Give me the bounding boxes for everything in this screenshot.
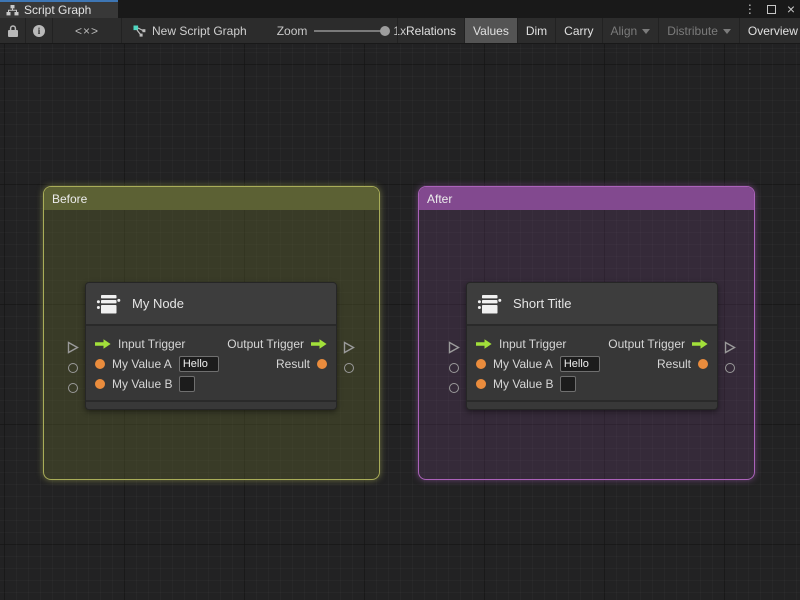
value-b-port-icon[interactable]	[95, 379, 105, 389]
outer-output-trigger-port[interactable]	[343, 341, 355, 359]
lock-button[interactable]	[0, 18, 26, 43]
port-label: My Value B	[493, 377, 554, 391]
dim-label: Dim	[525, 23, 548, 38]
window-menu-icon[interactable]: ⋮	[744, 3, 756, 15]
value-b-port-icon[interactable]	[476, 379, 486, 389]
relations-button[interactable]: Relations	[397, 18, 464, 43]
script-graph-icon	[6, 4, 19, 16]
port-label: Input Trigger	[118, 337, 186, 351]
graph-asset-icon	[133, 25, 146, 37]
zoom-slider[interactable]	[314, 25, 391, 36]
output-trigger-port-icon[interactable]	[692, 339, 708, 349]
port-label: Result	[275, 357, 310, 371]
relations-label: Relations	[406, 23, 457, 38]
port-label: Output Trigger	[608, 337, 685, 351]
outer-value-a-port[interactable]	[68, 363, 78, 373]
outer-output-trigger-port[interactable]	[724, 341, 736, 359]
result-port-icon[interactable]	[317, 359, 327, 369]
port-label: Input Trigger	[499, 337, 567, 351]
node-body: Input Trigger Output Trigger My Value A …	[86, 326, 336, 400]
toolbar-toggles: Relations Values Dim Carry Align Distrib…	[397, 18, 800, 43]
chevron-down-icon	[722, 28, 731, 34]
value-a-input[interactable]	[559, 356, 600, 372]
maximize-icon[interactable]	[766, 4, 776, 14]
node-header[interactable]: My Node	[86, 283, 336, 326]
node-title: My Node	[132, 296, 185, 311]
port-row-value-b: My Value B	[467, 374, 717, 394]
value-a-port-icon[interactable]	[476, 359, 486, 369]
carry-label: Carry	[564, 23, 594, 38]
unit-icon	[96, 291, 122, 317]
value-b-input[interactable]	[179, 376, 196, 392]
result-port-icon[interactable]	[698, 359, 708, 369]
tab-bar: Script Graph ⋮ ×	[0, 0, 800, 18]
zoom-label: Zoom	[276, 23, 308, 38]
window-controls: ⋮ ×	[744, 0, 795, 18]
port-row-trigger: Input Trigger Output Trigger	[86, 334, 336, 354]
node-title: Short Title	[513, 296, 572, 311]
align-button[interactable]: Align	[601, 18, 659, 43]
port-label: Result	[656, 357, 691, 371]
zoom-slider-handle[interactable]	[380, 25, 391, 36]
group-after-header[interactable]: After	[419, 187, 754, 210]
outer-input-trigger-port[interactable]	[67, 341, 79, 359]
overview-label: Overview	[747, 23, 798, 38]
chevron-down-icon	[642, 28, 651, 34]
outer-result-port[interactable]	[725, 363, 735, 373]
input-trigger-port-icon[interactable]	[476, 339, 492, 349]
node-header[interactable]: Short Title	[467, 283, 717, 326]
zoom-control: Zoom 1x	[277, 24, 406, 38]
group-title: After	[427, 191, 453, 206]
value-a-port-icon[interactable]	[95, 359, 105, 369]
node-short-title[interactable]: Short Title Input Trigger Output Trigger…	[448, 282, 736, 410]
values-label: Values	[473, 23, 509, 38]
outer-value-a-port[interactable]	[449, 363, 459, 373]
outer-value-b-port[interactable]	[68, 383, 78, 393]
lock-icon	[7, 24, 18, 37]
outer-result-port[interactable]	[344, 363, 354, 373]
value-b-input[interactable]	[560, 376, 577, 392]
code-button[interactable]: <×>	[53, 18, 122, 43]
port-label: My Value B	[112, 377, 173, 391]
overview-button[interactable]: Overview	[738, 18, 800, 43]
port-label: Output Trigger	[227, 337, 304, 351]
tab-title: Script Graph	[24, 3, 92, 17]
port-label: My Value A	[493, 357, 553, 371]
close-icon[interactable]: ×	[787, 2, 795, 16]
node-body: Input Trigger Output Trigger My Value A …	[467, 326, 717, 400]
outer-input-trigger-port[interactable]	[448, 341, 460, 359]
graph-name-label: New Script Graph	[152, 23, 247, 38]
group-title: Before	[52, 191, 88, 206]
group-before-header[interactable]: Before	[44, 187, 379, 210]
port-label: My Value A	[112, 357, 172, 371]
node-footer	[467, 400, 717, 409]
graph-canvas[interactable]: Before After My Node Input Trigger Outpu…	[0, 44, 800, 600]
input-trigger-port-icon[interactable]	[95, 339, 111, 349]
align-label: Align	[610, 23, 638, 38]
distribute-label: Distribute	[667, 23, 718, 38]
port-row-value-b: My Value B	[86, 374, 336, 394]
unit-icon	[477, 291, 503, 317]
toolbar-middle: New Script Graph Zoom 1x	[122, 18, 406, 43]
port-row-trigger: Input Trigger Output Trigger	[467, 334, 717, 354]
distribute-button[interactable]: Distribute	[658, 18, 739, 43]
outer-value-b-port[interactable]	[449, 383, 459, 393]
info-button[interactable]: i	[26, 18, 53, 43]
code-icon: <×>	[74, 23, 100, 38]
port-row-value-a: My Value A Result	[86, 354, 336, 374]
value-a-input[interactable]	[178, 356, 219, 372]
graph-toolbar: i <×> New Script Graph Zoom 1x Relations	[0, 18, 800, 44]
output-trigger-port-icon[interactable]	[311, 339, 327, 349]
info-icon: i	[33, 24, 45, 37]
dim-button[interactable]: Dim	[516, 18, 555, 43]
port-row-value-a: My Value A Result	[467, 354, 717, 374]
node-footer	[86, 400, 336, 409]
node-my-node[interactable]: My Node Input Trigger Output Trigger My …	[67, 282, 355, 410]
carry-button[interactable]: Carry	[555, 18, 601, 43]
values-button[interactable]: Values	[464, 18, 517, 43]
tab-script-graph[interactable]: Script Graph	[0, 0, 118, 18]
